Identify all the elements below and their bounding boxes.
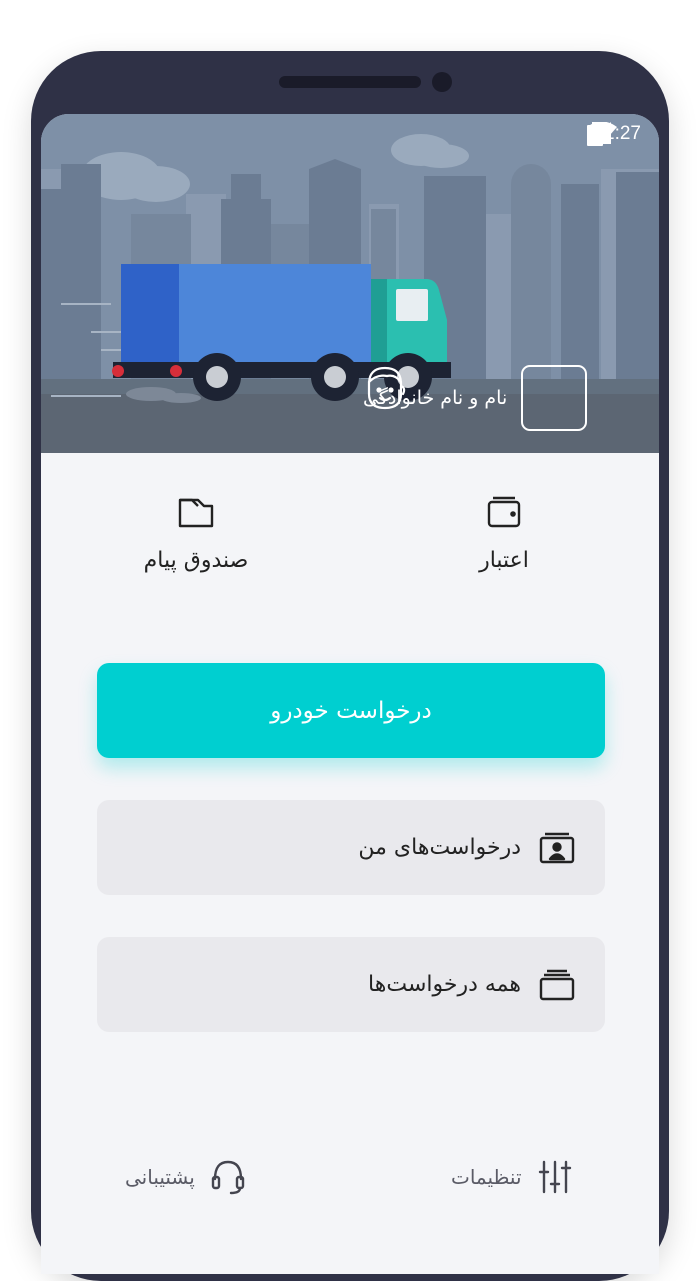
support-label: پشتیبانی: [125, 1165, 195, 1189]
status-bar: 12:27: [587, 122, 641, 146]
my-requests-button[interactable]: درخواست‌های من: [97, 800, 605, 895]
headset-icon: [211, 1160, 245, 1195]
sliders-icon: [538, 1160, 571, 1194]
stack-icon: [539, 969, 575, 1000]
request-vehicle-button[interactable]: درخواست خودرو: [97, 663, 605, 758]
settings-label: تنظیمات: [451, 1165, 522, 1189]
phone-speaker: [279, 76, 421, 88]
battery-icon: [587, 122, 604, 146]
all-requests-label: همه درخواست‌ها: [368, 972, 521, 997]
settings-button[interactable]: تنظیمات: [451, 1157, 572, 1197]
inbox-shortcut[interactable]: صندوق پیام: [86, 496, 306, 573]
user-card-icon: [539, 832, 575, 863]
my-requests-label: درخواست‌های من: [358, 835, 521, 860]
avatar[interactable]: [367, 365, 588, 431]
credit-label: اعتبار: [479, 548, 529, 573]
all-requests-button[interactable]: همه درخواست‌ها: [97, 937, 605, 1032]
phone-camera: [432, 72, 452, 92]
phone-frame: 12:27 نام و نام خانوادگی صندوق پیام اعتب…: [31, 51, 669, 1281]
folder-icon: [178, 498, 214, 528]
face-icon: [367, 366, 406, 410]
support-button[interactable]: پشتیبانی: [125, 1157, 245, 1197]
app-screen: 12:27 نام و نام خانوادگی صندوق پیام اعتب…: [41, 114, 659, 1274]
profile-block[interactable]: نام و نام خانوادگی: [363, 364, 588, 432]
inbox-label: صندوق پیام: [143, 548, 249, 573]
credit-shortcut[interactable]: اعتبار: [394, 496, 614, 573]
header-illustration: 12:27 نام و نام خانوادگی: [41, 114, 659, 453]
wallet-icon: [487, 496, 521, 528]
